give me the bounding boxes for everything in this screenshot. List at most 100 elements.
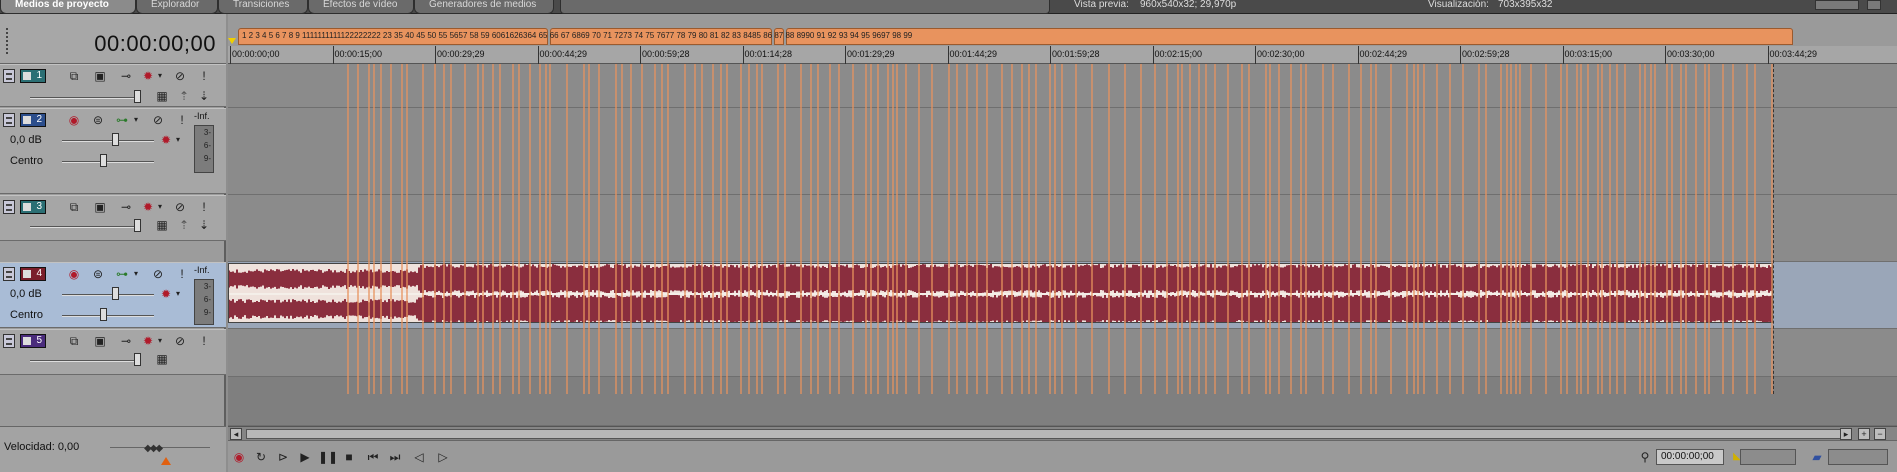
selection-start-field[interactable] (1740, 449, 1796, 465)
record-arm-icon[interactable]: ◉ (66, 113, 82, 127)
track-minimize-button[interactable] (3, 334, 15, 348)
composite-mode-icon[interactable]: ▣ (92, 334, 108, 348)
solo-icon[interactable]: ! (174, 267, 190, 281)
mute-icon[interactable]: ⊘ (172, 69, 188, 83)
level-slider[interactable] (30, 360, 134, 362)
track-header-1[interactable]: 1 ⧉ ▣ ⊸ ✹ ▾ ⊘ ! ▦ ⇡ ⇣ (0, 64, 226, 107)
track-minimize-button[interactable] (3, 200, 15, 214)
scroll-right-button[interactable]: ▸ (1840, 428, 1852, 440)
chevron-down-icon[interactable]: ▾ (128, 113, 144, 127)
invert-phase-icon[interactable]: ⊜ (90, 267, 106, 281)
expand-keyframes-icon[interactable]: ⇡ (176, 218, 192, 232)
expand-keyframes-icon[interactable]: ⇡ (176, 89, 192, 103)
zoom-out-button[interactable]: − (1874, 428, 1886, 440)
next-frame-icon[interactable]: ▷ (434, 449, 452, 465)
track-expand-icon[interactable]: ⇣ (196, 218, 212, 232)
scroll-left-button[interactable]: ◂ (230, 428, 242, 440)
tab-explorer[interactable]: Explorador (136, 0, 218, 14)
cursor-timecode[interactable]: 00:00:00;00 (1656, 449, 1724, 465)
record-arm-icon[interactable]: ◉ (66, 267, 82, 281)
volume-slider-knob[interactable] (112, 133, 119, 146)
pan-slider-knob[interactable] (100, 308, 107, 321)
pan-slider-knob[interactable] (100, 154, 107, 167)
ruler-label: 00:03:30;00 (1665, 46, 1715, 64)
time-ruler[interactable]: 00:00:00;00 00:00:15;00 00:00:29;29 00:00:4… (228, 46, 1897, 64)
track-header-5[interactable]: 5 ⧉ ▣ ⊸ ✹ ▾ ⊘ ! ▦ (0, 329, 226, 375)
rate-slider-handle[interactable] (161, 457, 171, 465)
stop-icon[interactable]: ■ (340, 449, 358, 465)
pause-icon[interactable]: ❚❚ (318, 449, 338, 465)
chevron-down-icon[interactable]: ▾ (152, 69, 168, 83)
volume-slider[interactable] (62, 140, 154, 142)
track-minimize-button[interactable] (3, 267, 15, 281)
track-expand-icon[interactable]: ⇣ (196, 89, 212, 103)
track-header-3[interactable]: 3 ⧉ ▣ ⊸ ✹ ▾ ⊘ ! ▦ ⇡ ⇣ (0, 195, 226, 241)
chevron-down-icon[interactable]: ▾ (152, 334, 168, 348)
loop-playback-icon[interactable]: ↻ (252, 449, 270, 465)
scroll-thumb[interactable] (246, 429, 1846, 439)
previous-frame-icon[interactable]: ◁ (410, 449, 428, 465)
track-motion-icon[interactable]: ⧉ (66, 334, 82, 348)
vertical-scrollbar[interactable] (1869, 46, 1897, 426)
marker-bar[interactable]: 1 2 3 4 5 6 7 8 9 1111111111122222222 23… (228, 14, 1897, 46)
parent-composite-icon[interactable]: ⊸ (118, 334, 134, 348)
level-slider-knob[interactable] (134, 219, 141, 232)
track-header-4[interactable]: 4 ◉ ⊜ ⊶ ▾ ⊘ ! -Inf. 0,0 dB ✹ ▾ Centro 3-… (0, 262, 226, 328)
audio-level-meter: 3- 6- 9- (194, 279, 214, 325)
panel-grip[interactable] (6, 28, 10, 54)
parent-composite-icon[interactable]: ⊸ (118, 200, 134, 214)
solo-icon[interactable]: ! (196, 69, 212, 83)
tab-area-empty (560, 0, 1050, 14)
invert-phase-icon[interactable]: ⊜ (90, 113, 106, 127)
level-slider[interactable] (30, 97, 134, 99)
pan-slider[interactable] (62, 315, 154, 317)
timeline-area[interactable] (228, 64, 1897, 426)
solo-icon[interactable]: ! (174, 113, 190, 127)
volume-slider[interactable] (62, 294, 154, 296)
level-slider-knob[interactable] (134, 353, 141, 366)
zoom-in-button[interactable]: + (1858, 428, 1870, 440)
chevron-down-icon[interactable]: ▾ (170, 287, 186, 301)
loop-start-icon[interactable] (228, 38, 236, 44)
selection-length-field[interactable] (1828, 449, 1888, 465)
mute-icon[interactable]: ⊘ (172, 334, 188, 348)
level-slider[interactable] (30, 226, 134, 228)
tab-transitions[interactable]: Transiciones (218, 0, 308, 14)
level-slider-knob[interactable] (134, 90, 141, 103)
solo-icon[interactable]: ! (196, 334, 212, 348)
track-header-2[interactable]: 2 ◉ ⊜ ⊶ ▾ ⊘ ! -Inf. 0,0 dB ✹ ▾ Centro 3-… (0, 108, 226, 194)
composite-mode-icon[interactable]: ▣ (92, 69, 108, 83)
mute-icon[interactable]: ⊘ (172, 200, 188, 214)
track-motion-icon[interactable]: ⧉ (66, 200, 82, 214)
tab-media-generators[interactable]: Generadores de medios (414, 0, 554, 14)
tab-video-fx[interactable]: Efectos de vídeo (308, 0, 414, 14)
parent-composite-icon[interactable]: ⊸ (118, 69, 134, 83)
go-to-end-icon[interactable]: ⏭ (386, 449, 404, 465)
go-to-start-icon[interactable]: ⏮ (364, 449, 382, 465)
chevron-down-icon[interactable]: ▾ (128, 267, 144, 281)
track-motion-icon-2[interactable]: ▦ (154, 89, 170, 103)
preview-option-button[interactable] (1867, 0, 1881, 10)
track-minimize-button[interactable] (3, 69, 15, 83)
marker-block[interactable] (786, 28, 1793, 45)
track-minimize-button[interactable] (3, 113, 15, 127)
meter-peak-label: -Inf. (194, 265, 210, 275)
tab-project-media[interactable]: Medios de proyecto (0, 0, 136, 14)
composite-mode-icon[interactable]: ▣ (92, 200, 108, 214)
play-from-start-icon[interactable]: ⊳ (274, 449, 292, 465)
chevron-down-icon[interactable]: ▾ (170, 133, 186, 147)
record-icon[interactable]: ◉ (230, 449, 248, 465)
track-motion-icon[interactable]: ⧉ (66, 69, 82, 83)
preview-quality-box[interactable] (1815, 0, 1859, 10)
mute-icon[interactable]: ⊘ (150, 113, 166, 127)
horizontal-scrollbar[interactable]: ◂ ▸ + − (228, 426, 1897, 440)
volume-slider-knob[interactable] (112, 287, 119, 300)
pan-slider[interactable] (62, 161, 154, 163)
mute-icon[interactable]: ⊘ (150, 267, 166, 281)
play-icon[interactable]: ▶ (296, 449, 314, 465)
solo-icon[interactable]: ! (196, 200, 212, 214)
chevron-down-icon[interactable]: ▾ (152, 200, 168, 214)
track-motion-icon-2[interactable]: ▦ (154, 218, 170, 232)
track-motion-icon-2[interactable]: ▦ (154, 352, 170, 366)
shuttle-icon[interactable]: ◆◆◆ (144, 443, 170, 454)
